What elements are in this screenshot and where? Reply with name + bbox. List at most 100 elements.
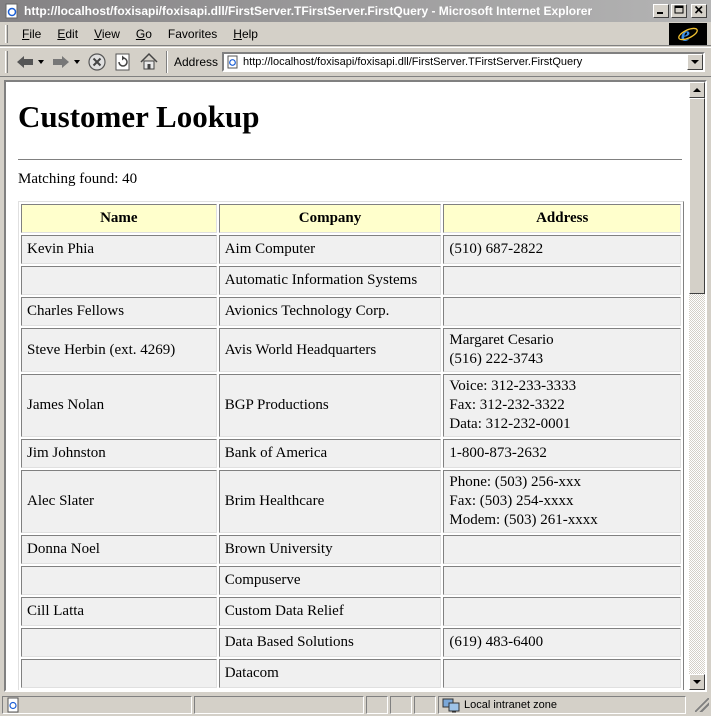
cell-name: Kevin Phia [21, 235, 217, 264]
table-body: Kevin Phia Aim Computer (510) 687-2822 Auto… [21, 235, 681, 688]
horizontal-rule [18, 159, 682, 161]
back-arrow-icon [17, 56, 44, 68]
cell-name: Donna Noel [21, 535, 217, 564]
cell-company: Bank of America [218, 439, 442, 468]
table-row: Datacom [21, 659, 681, 688]
cell-company: Brown University [218, 535, 442, 564]
scroll-up-arrow-icon [693, 88, 701, 92]
address-line: (510) 687-2822 [449, 241, 544, 257]
menu-grip[interactable] [5, 24, 8, 43]
cell-company: Datacom [218, 659, 442, 688]
scroll-down-arrow-icon [693, 680, 701, 684]
toolbar-grip[interactable] [5, 51, 8, 73]
address-line: Margaret Cesario [449, 332, 554, 348]
status-pane-3 [414, 695, 436, 714]
close-button[interactable] [691, 4, 707, 18]
column-header-company: Company [218, 204, 442, 233]
minimize-icon [657, 12, 663, 14]
cell-name [21, 266, 217, 295]
cell-company: Compuserve [218, 566, 442, 595]
table-header-row: Name Company Address [21, 204, 681, 233]
page-icon [227, 55, 238, 69]
cell-company: Data Based Solutions [218, 628, 442, 657]
refresh-button[interactable] [110, 50, 136, 74]
cell-company: Custom Data Relief [218, 597, 442, 626]
cell-name [21, 628, 217, 657]
menu-view[interactable]: View [86, 25, 128, 43]
table-row: Cill Latta Custom Data Relief [21, 597, 681, 626]
menu-favorites[interactable]: Favorites [160, 25, 225, 43]
toolbar: Address [0, 47, 711, 77]
menu-file[interactable]: File [14, 25, 49, 43]
cell-name: Jim Johnston [21, 439, 217, 468]
zone-text: Local intranet zone [464, 698, 557, 711]
menu-go[interactable]: Go [128, 25, 160, 43]
browser-viewport: Customer Lookup Matching found: 40 Name … [4, 80, 707, 692]
resize-grip[interactable] [695, 697, 709, 712]
address-line: Voice: 312-233-3333 [449, 378, 577, 394]
menu-help[interactable]: Help [225, 25, 266, 43]
address-line: (619) 483-6400 [449, 634, 544, 650]
cell-name: James Nolan [21, 374, 217, 437]
page-heading: Customer Lookup [18, 99, 260, 134]
address-line: Phone: (503) 256-xxx [449, 474, 582, 490]
vertical-scrollbar[interactable] [689, 82, 705, 690]
table-row: Compuserve [21, 566, 681, 595]
table-row: Automatic Information Systems [21, 266, 681, 295]
stop-icon [88, 53, 106, 71]
match-count: Matching found: 40 [18, 171, 138, 187]
cell-address [443, 659, 681, 688]
title-bar[interactable]: http://localhost/foxisapi/foxisapi.dll/F… [0, 0, 711, 22]
cell-name [21, 566, 217, 595]
web-page: Customer Lookup Matching found: 40 Name … [6, 82, 691, 690]
status-pane-1 [366, 695, 388, 714]
cell-address: (510) 687-2822 [443, 235, 681, 264]
cell-name: Charles Fellows [21, 297, 217, 326]
column-header-name: Name [21, 204, 217, 233]
cell-company: Brim Healthcare [218, 470, 442, 533]
minimize-button[interactable] [653, 4, 669, 18]
cell-company: Avionics Technology Corp. [218, 297, 442, 326]
address-line: Fax: 312-232-3322 [449, 397, 565, 413]
back-button[interactable] [12, 50, 48, 74]
scroll-up-button[interactable] [689, 82, 705, 98]
cell-address: (619) 483-6400 [443, 628, 681, 657]
table-row: Alec Slater Brim Healthcare Phone: (503) 2… [21, 470, 681, 533]
page-status-icon [7, 697, 19, 712]
maximize-icon [674, 5, 684, 14]
cell-name: Alec Slater [21, 470, 217, 533]
home-icon [140, 52, 158, 70]
ie-logo-icon: e [669, 23, 707, 45]
cell-company: Automatic Information Systems [218, 266, 442, 295]
scroll-thumb[interactable] [689, 98, 705, 294]
cell-address [443, 297, 681, 326]
address-input[interactable] [243, 56, 687, 68]
menu-bar: File Edit View Go Favorites Help e [0, 22, 711, 46]
address-bar[interactable] [222, 52, 705, 72]
stop-button[interactable] [84, 50, 110, 74]
scroll-down-button[interactable] [689, 674, 705, 690]
maximize-button[interactable] [671, 4, 687, 18]
cell-address [443, 566, 681, 595]
home-button[interactable] [136, 50, 162, 74]
status-pane-zone: Local intranet zone [438, 695, 686, 714]
toolbar-separator [166, 51, 168, 73]
address-dropdown-button[interactable] [687, 54, 703, 70]
forward-button[interactable] [48, 50, 84, 74]
table-row: Data Based Solutions (619) 483-6400 [21, 628, 681, 657]
status-pane-main [2, 695, 192, 714]
table-row: James Nolan BGP Productions Voice: 312-233… [21, 374, 681, 437]
address-line: Modem: (503) 261-xxxx [449, 512, 598, 528]
status-bar: Local intranet zone [0, 693, 711, 716]
cell-name [21, 659, 217, 688]
svg-text:e: e [681, 24, 690, 44]
table-row: Donna Noel Brown University [21, 535, 681, 564]
table-row: Kevin Phia Aim Computer (510) 687-2822 [21, 235, 681, 264]
table-row: Jim Johnston Bank of America 1-800-873-263… [21, 439, 681, 468]
forward-arrow-icon [53, 56, 80, 68]
status-pane-2 [390, 695, 412, 714]
refresh-icon [115, 53, 130, 71]
menu-edit[interactable]: Edit [49, 25, 86, 43]
table-row: Steve Herbin (ext. 4269) Avis World Headq… [21, 328, 681, 372]
cell-address [443, 266, 681, 295]
